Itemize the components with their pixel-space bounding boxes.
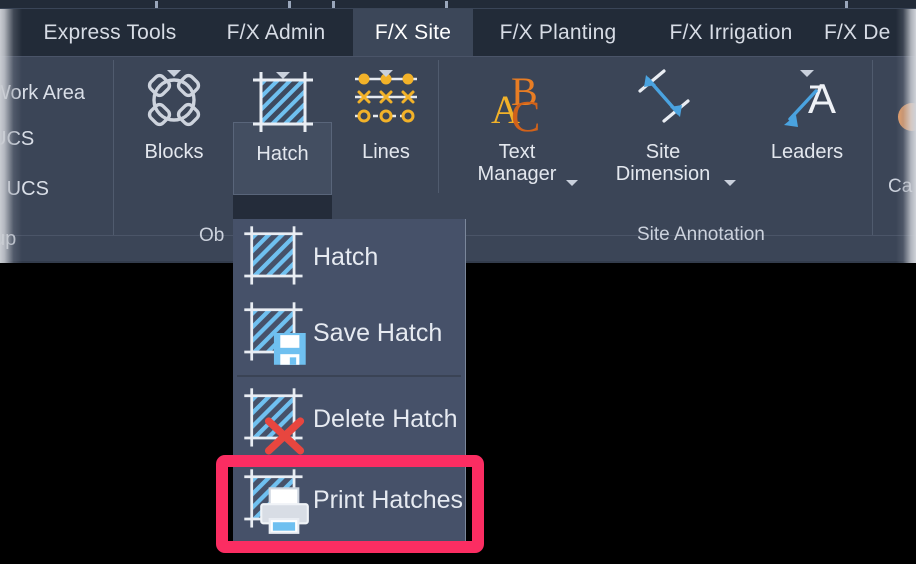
right-edge-fade [896, 9, 916, 263]
tab-label: Express Tools [43, 20, 177, 44]
toolbar-glyph-c [332, 1, 335, 8]
svg-text:C: C [511, 92, 540, 135]
menu-item-save-hatch[interactable]: Save Hatch [233, 295, 465, 371]
tab-label: F/X Site [374, 20, 452, 44]
tab-fx-admin[interactable]: F/X Admin [207, 9, 345, 56]
ribbon-button-blocks[interactable]: Blocks [122, 64, 226, 163]
ribbon-button-hatch[interactable]: Hatch [231, 66, 334, 165]
ribbon-tab-bar: Express Tools F/X Admin F/X Site F/X Pla… [0, 9, 916, 56]
tab-label: F/X Irrigation [669, 20, 793, 44]
group-label-site-annotation: Site Annotation [637, 224, 765, 246]
chevron-down-icon[interactable] [379, 70, 393, 77]
hatch-delete-icon [239, 383, 311, 455]
toolbar-glyph-b [288, 1, 291, 8]
label-line1: Text [498, 141, 536, 163]
panel-separator-1 [113, 60, 114, 235]
hatch-save-icon [239, 297, 311, 369]
tab-label: F/X Planting [499, 20, 617, 44]
ribbon-button-lines[interactable]: Lines [334, 64, 438, 163]
chevron-down-icon[interactable] [724, 180, 736, 186]
tab-label: F/X Admin [226, 20, 326, 44]
ribbon-button-label: Lines [362, 141, 410, 163]
label-line1: Site [645, 141, 681, 163]
highlight-annotation-print-hatches [216, 455, 484, 553]
site-dimension-icon [596, 64, 730, 136]
label-line2: Manager [477, 163, 557, 186]
menu-item-label: Hatch [313, 242, 379, 271]
tab-fx-site[interactable]: F/X Site [353, 9, 473, 56]
menu-item-delete-hatch[interactable]: Delete Hatch [233, 381, 465, 457]
group-label-object: Ob [199, 225, 224, 247]
ribbon-top-edge [0, 56, 916, 57]
ribbon-button-text-manager[interactable]: A B C Text Manager [462, 64, 578, 186]
chevron-down-icon[interactable] [800, 70, 814, 77]
left-edge-fade [0, 9, 22, 263]
toolbar-glyph-a [155, 1, 158, 8]
menu-item-label: Delete Hatch [313, 404, 458, 433]
quick-access-toolbar-sliver [0, 0, 916, 9]
toolbar-glyph-e [845, 1, 848, 8]
ribbon-button-label: Blocks [144, 141, 204, 163]
ribbon-button-leaders[interactable]: A Leaders [752, 64, 862, 163]
menu-item-hatch[interactable]: Hatch [233, 219, 465, 295]
chevron-down-icon[interactable] [167, 70, 181, 77]
ribbon-button-label: Text Manager [478, 141, 557, 186]
ribbon-button-label: Site Dimension [616, 141, 710, 186]
abc-text-icon: A B C [462, 64, 572, 136]
label: Site Annotation [637, 224, 765, 245]
ribbon-button-site-dimension[interactable]: Site Dimension [596, 64, 736, 186]
tab-label: F/X De [824, 20, 891, 44]
menu-separator [237, 375, 461, 377]
svg-text:A: A [808, 75, 836, 122]
tab-express-tools[interactable]: Express Tools [20, 9, 200, 56]
ribbon-button-label: Leaders [770, 141, 844, 163]
hatch-icon [239, 221, 311, 293]
tab-fx-planting[interactable]: F/X Planting [479, 9, 637, 56]
label: Ob [199, 225, 225, 246]
panel-separator-3 [872, 60, 873, 235]
toolbar-glyph-d [445, 1, 448, 8]
ribbon-button-label: Hatch [256, 143, 309, 165]
label-line2: Dimension [615, 163, 711, 186]
chevron-down-icon[interactable] [275, 72, 290, 79]
chevron-down-icon[interactable] [566, 180, 578, 186]
panel-separator-2 [438, 60, 439, 193]
tab-fx-irrigation[interactable]: F/X Irrigation [645, 9, 817, 56]
menu-item-label: Save Hatch [313, 318, 443, 347]
autocad-ribbon-screenshot: Express Tools F/X Admin F/X Site F/X Pla… [0, 0, 916, 564]
